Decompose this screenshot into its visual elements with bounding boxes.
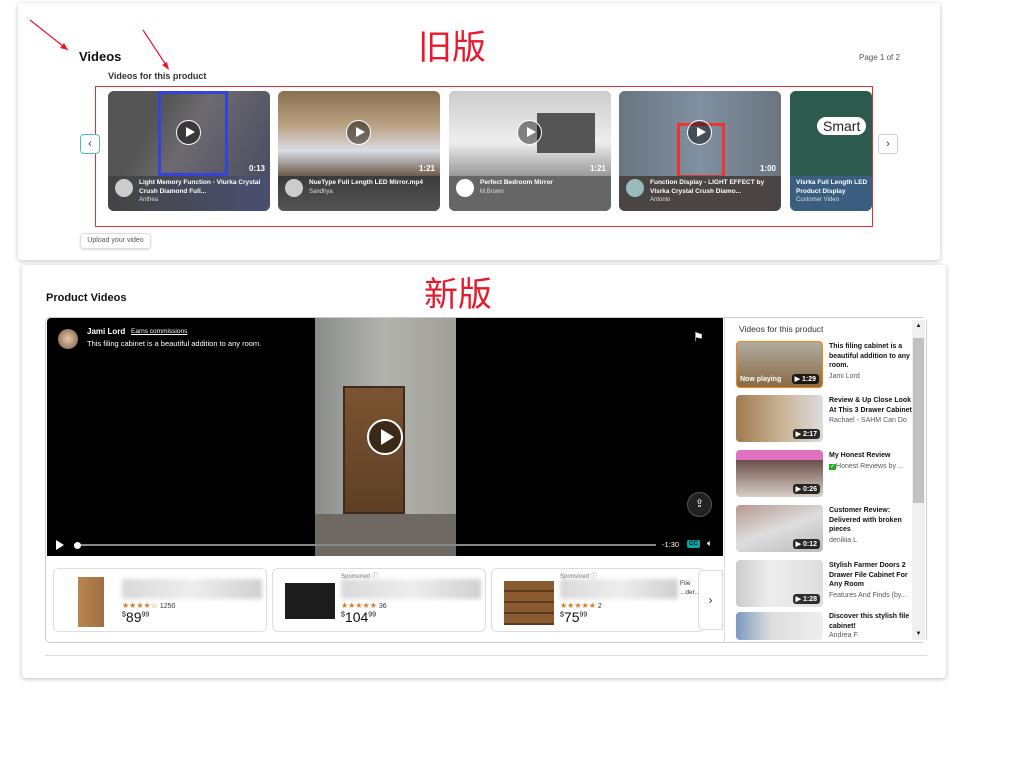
carousel-prev-button[interactable]: ‹ [80, 134, 100, 154]
author-avatar [58, 329, 78, 349]
video-title: This filing cabinet is a beautiful addit… [829, 343, 910, 369]
sidebar-video-item[interactable]: ▶ 2:17 Review & Up Close Look At This 3 … [736, 395, 914, 443]
video-author: denikia L [829, 536, 858, 544]
sidebar-title: Videos for this product [739, 324, 824, 334]
duration: 1:21 [418, 164, 435, 173]
video-title: Discover this stylish file cabinet! [829, 613, 910, 630]
video-title: Function Display - LIGHT EFFECT by Vlsrk… [650, 179, 765, 195]
check-icon: ✓ [829, 463, 837, 470]
video-author: Andrea F [829, 632, 858, 639]
play-pause-button[interactable] [56, 540, 64, 550]
duration: 1:21 [589, 164, 606, 173]
video-author: Antonio [650, 197, 671, 203]
upload-video-button[interactable]: Upload your video [80, 233, 151, 249]
play-icon [687, 120, 712, 145]
video-card[interactable]: 1:21 Perfect Bedroom Mirror M.Brown [449, 91, 611, 211]
volume-icon[interactable]: 🔈︎ [707, 538, 712, 549]
product-image [66, 577, 116, 627]
cc-button[interactable]: CC [687, 540, 700, 548]
review-count: 36 [378, 603, 387, 610]
video-title: Perfect Bedroom Mirror [480, 179, 553, 186]
video-card[interactable]: 0:13 Light Memory Function - Vlurka Crys… [108, 91, 270, 211]
product-card[interactable]: Sponsored ⓘ File ...der... ★★★★★ 2 $7599 [491, 568, 705, 632]
play-icon [346, 120, 371, 145]
divider [45, 655, 927, 656]
annotation-arrows [29, 19, 169, 70]
video-title: Light Memory Function - Vlurka Crystal C… [139, 179, 261, 195]
play-icon[interactable] [367, 419, 403, 455]
video-overlay-text: Smart [817, 117, 867, 135]
sidebar-video-item[interactable]: ▶ 0:26 My Honest Review ✓Honest Reviews b… [736, 450, 914, 498]
duration: 1:00 [759, 164, 776, 173]
video-title: My Honest Review [829, 452, 891, 459]
old-version-label: 旧版 [418, 28, 486, 68]
video-author: Rachael - SAHM Can Do [829, 417, 907, 424]
old-section-title: Videos [79, 49, 122, 64]
duration-badge: ▶ 0:12 [792, 539, 820, 549]
product-title-blurred [341, 579, 481, 599]
sidebar-video-item[interactable]: Discover this stylish file cabinet! Andre… [736, 612, 914, 642]
product-image [285, 583, 335, 619]
author-name: Jami Lord [87, 327, 126, 336]
video-author: Jami Lord [829, 372, 860, 380]
review-count: 2 [597, 603, 602, 610]
product-title-blurred [560, 579, 678, 599]
sidebar-video-item[interactable]: ▶ 1:28 Stylish Farmer Doors 2 Drawer Fil… [736, 560, 914, 608]
video-card[interactable]: Smart Vlsrka Full Length LED Product Dis… [790, 91, 872, 211]
price: $10499 [341, 609, 377, 625]
avatar [456, 179, 474, 197]
video-author: Sandhya [309, 188, 333, 195]
video-author: M.Brown [480, 188, 504, 195]
product-title-blurred [122, 579, 262, 599]
video-card[interactable]: 1:21 NueType Full Length LED Mirror.mp4 S… [278, 91, 440, 211]
duration: 0:13 [248, 164, 265, 173]
play-icon [517, 120, 542, 145]
video-title: NueType Full Length LED Mirror.mp4 [309, 179, 423, 186]
duration-badge: ▶ 0:26 [792, 484, 820, 494]
page-indicator: Page 1 of 2 [859, 53, 900, 62]
products-next-button[interactable]: › [698, 570, 723, 630]
video-title: Stylish Farmer Doors 2 Drawer File Cabin… [829, 562, 908, 588]
review-count: 1250 [159, 603, 176, 610]
duration-badge: ▶ 1:28 [792, 594, 820, 604]
avatar [115, 179, 133, 197]
price: $7599 [560, 609, 588, 625]
video-author: Features And Finds (by... [829, 591, 907, 599]
new-version-label: 新版 [424, 275, 492, 315]
product-videos-title: Product Videos [46, 292, 127, 304]
video-title: Review & Up Close Look At This 3 Drawer … [829, 397, 912, 414]
progress-slider[interactable] [74, 541, 656, 549]
sidebar-video-item[interactable]: Now playing ▶ 1:29 This filing cabinet is… [736, 341, 914, 389]
video-author: Anthea [139, 197, 159, 203]
avatar [626, 179, 644, 197]
price: $8999 [122, 609, 150, 625]
video-author: Customer Video [796, 197, 839, 203]
video-title: Customer Review: Delivered with broken p… [829, 507, 902, 533]
duration-badge: ▶ 2:17 [792, 429, 820, 439]
share-button[interactable]: ⇪ [687, 492, 712, 517]
now-playing-label: Now playing [740, 376, 782, 383]
avatar [285, 179, 303, 197]
video-card[interactable]: 1:00 Function Display - LIGHT EFFECT by … [619, 91, 781, 211]
earns-commissions-link[interactable]: Earns commissions [131, 328, 187, 335]
video-author: Honest Reviews by ... [836, 462, 904, 470]
sidebar-video-item[interactable]: ▶ 0:12 Customer Review: Delivered with b… [736, 505, 914, 553]
product-card[interactable]: ★★★★☆ 1250 $8999 [53, 568, 267, 632]
carousel-next-button[interactable]: › [878, 134, 898, 154]
video-player[interactable]: Jami Lord Earns commissions This filing … [47, 318, 723, 556]
product-card[interactable]: Sponsored ⓘ ★★★★★ 36 $10499 [272, 568, 486, 632]
video-title: Vlsrka Full Length LED Product Display [796, 179, 868, 195]
product-image [504, 581, 554, 625]
old-subtitle: Videos for this product [108, 71, 207, 81]
flag-icon[interactable]: ⚑ [693, 330, 704, 344]
video-caption: This filing cabinet is a beautiful addit… [87, 339, 262, 348]
time-remaining: -1:30 [662, 540, 680, 549]
play-icon [176, 120, 201, 145]
duration-badge: ▶ 1:29 [791, 374, 819, 384]
